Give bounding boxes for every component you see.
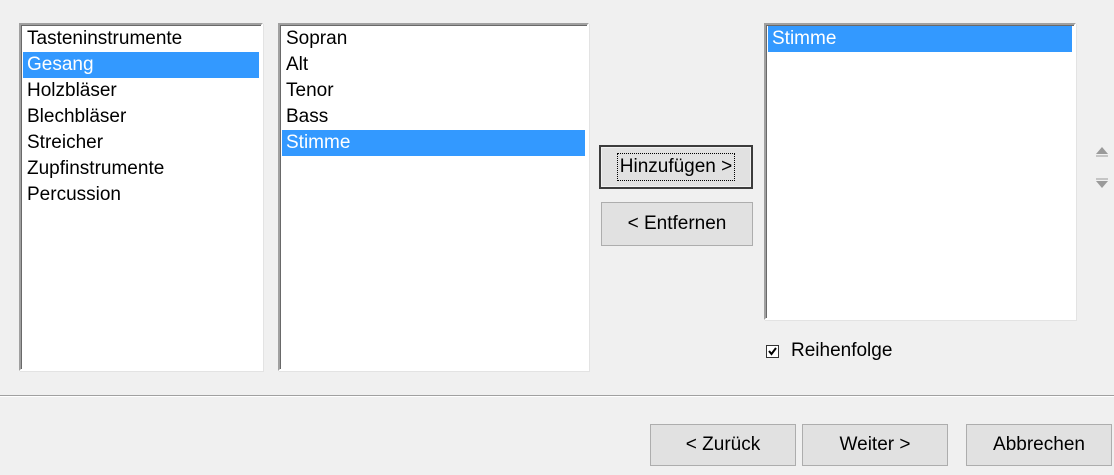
category-item[interactable]: Holzbläser [23,78,259,104]
triangle-up-icon [1096,147,1108,157]
selected-item[interactable]: Stimme [768,26,1072,52]
order-label: Reihenfolge [791,340,893,361]
triangle-down-icon [1096,178,1108,188]
instrument-listbox[interactable]: Sopran Alt Tenor Bass Stimme [278,23,589,371]
add-button[interactable]: Hinzufügen > [599,145,753,189]
remove-button[interactable]: < Entfernen [601,202,753,246]
cancel-button-label: Abbrechen [993,434,1085,455]
add-button-label: Hinzufügen > [616,153,736,181]
instrument-item[interactable]: Stimme [282,130,585,156]
category-item[interactable]: Percussion [23,182,259,208]
move-down-button[interactable] [1092,176,1112,192]
category-item[interactable]: Gesang [23,52,259,78]
instrument-item[interactable]: Sopran [282,26,585,52]
instrument-item[interactable]: Tenor [282,78,585,104]
back-button[interactable]: < Zurück [650,424,796,466]
remove-button-label: < Entfernen [627,213,727,234]
category-item[interactable]: Blechbläser [23,104,259,130]
next-button-label: Weiter > [839,434,911,455]
checkmark-icon [768,346,777,356]
cancel-button[interactable]: Abbrechen [966,424,1112,466]
instrument-item[interactable]: Alt [282,52,585,78]
back-button-label: < Zurück [685,434,761,455]
category-item[interactable]: Tasteninstrumente [23,26,259,52]
separator [0,395,1114,397]
next-button[interactable]: Weiter > [802,424,948,466]
order-option[interactable]: Reihenfolge [766,340,892,362]
order-checkbox[interactable] [766,344,779,358]
instrument-item[interactable]: Bass [282,104,585,130]
selected-listbox[interactable]: Stimme [764,23,1076,320]
category-listbox[interactable]: Tasteninstrumente Gesang Holzbläser Blec… [19,23,263,371]
category-item[interactable]: Streicher [23,130,259,156]
category-item[interactable]: Zupfinstrumente [23,156,259,182]
move-up-button[interactable] [1092,143,1112,159]
